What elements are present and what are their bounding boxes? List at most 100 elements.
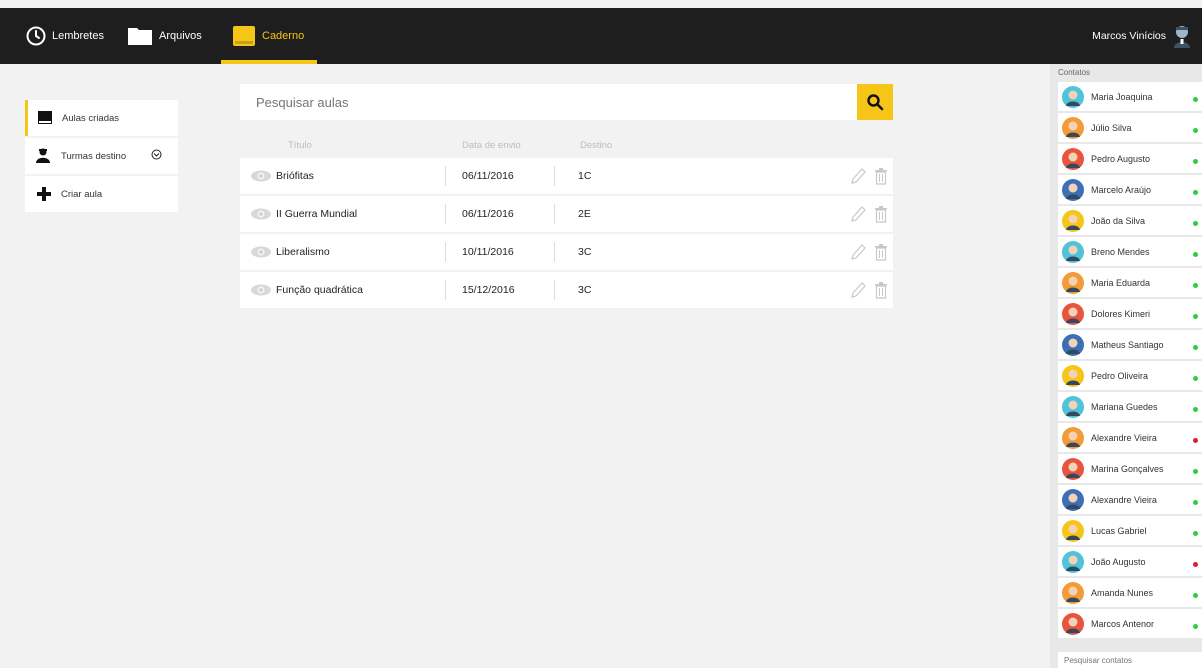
column-divider (554, 242, 555, 262)
status-dot (1193, 221, 1198, 226)
chevron-down-circle-icon[interactable] (151, 149, 162, 160)
lesson-date: 06/11/2016 (462, 208, 514, 220)
contact-name: Marcelo Araújo (1091, 184, 1152, 195)
column-divider (445, 280, 446, 300)
eye-icon[interactable] (250, 169, 272, 183)
table-row: Briófitas 06/11/2016 1C (240, 158, 893, 194)
contact-item[interactable]: Mariana Guedes (1058, 392, 1202, 421)
book-icon (36, 110, 54, 126)
pencil-icon[interactable] (850, 167, 866, 185)
folder-icon (128, 28, 152, 45)
contact-item[interactable]: Alexandre Vieira (1058, 485, 1202, 514)
lesson-title: Liberalismo (276, 246, 330, 258)
table-row: II Guerra Mundial 06/11/2016 2E (240, 196, 893, 232)
lesson-title: Função quadrática (276, 284, 363, 296)
contact-item[interactable]: João Augusto (1058, 547, 1202, 576)
plus-icon (35, 186, 53, 202)
pencil-icon[interactable] (850, 205, 866, 223)
sidebar-item-criar-aula[interactable]: Criar aula (25, 176, 178, 212)
contact-item[interactable]: Júlio Silva (1058, 113, 1202, 142)
contact-avatar-icon (1062, 550, 1084, 573)
contact-item[interactable]: Maria Eduarda (1058, 268, 1202, 297)
contacts-search-input[interactable] (1058, 652, 1202, 668)
nav-lembretes[interactable]: Lembretes (26, 8, 104, 64)
eye-icon[interactable] (250, 245, 272, 259)
contact-avatar-icon (1062, 364, 1084, 387)
contact-avatar-icon (1062, 457, 1084, 480)
notebook-icon (233, 26, 255, 46)
user-avatar-icon (1174, 26, 1190, 48)
status-dot (1193, 407, 1198, 412)
trash-icon[interactable] (874, 167, 888, 185)
contact-name: Amanda Nunes (1091, 587, 1154, 598)
search-icon (867, 94, 884, 111)
lessons-search (240, 84, 893, 120)
user-menu[interactable]: Marcos Vinícios (1092, 8, 1192, 64)
nav-caderno[interactable]: Caderno (232, 8, 304, 64)
contact-item[interactable]: Breno Mendes (1058, 237, 1202, 266)
lesson-destination: 3C (578, 284, 592, 296)
contact-name: Marcos Antenor (1091, 618, 1155, 629)
pencil-icon[interactable] (850, 243, 866, 261)
contact-item[interactable]: Pedro Oliveira (1058, 361, 1202, 390)
lesson-title: II Guerra Mundial (276, 208, 358, 220)
contact-item[interactable]: Pedro Augusto (1058, 144, 1202, 173)
status-dot (1193, 159, 1198, 164)
eye-icon[interactable] (250, 207, 272, 221)
trash-icon[interactable] (874, 205, 888, 223)
contact-name: Marina Gonçalves (1091, 463, 1164, 474)
column-divider (445, 204, 446, 224)
search-input[interactable] (240, 84, 857, 120)
column-divider (554, 280, 555, 300)
eye-icon[interactable] (250, 283, 272, 297)
nav-lembretes-label: Lembretes (52, 30, 104, 42)
sidebar-item-aulas-criadas[interactable]: Aulas criadas (25, 100, 178, 136)
lesson-destination: 2E (578, 208, 591, 220)
contact-name: Júlio Silva (1091, 122, 1132, 133)
trash-icon[interactable] (874, 281, 888, 299)
contact-avatar-icon (1062, 333, 1084, 356)
nav-caderno-label: Caderno (262, 30, 305, 42)
status-dot (1193, 624, 1198, 629)
contact-item[interactable]: Marina Gonçalves (1058, 454, 1202, 483)
contact-item[interactable]: Amanda Nunes (1058, 578, 1202, 607)
contact-name: Breno Mendes (1091, 246, 1150, 257)
sidebar-item-turmas-destino[interactable]: Turmas destino (25, 138, 178, 174)
users-icon (35, 148, 53, 164)
contact-avatar-icon (1062, 209, 1084, 232)
contact-item[interactable]: Alexandre Vieira (1058, 423, 1202, 452)
lesson-date: 06/11/2016 (462, 170, 514, 182)
status-dot (1193, 500, 1198, 505)
active-tab-indicator (221, 60, 317, 64)
contact-item[interactable]: Marcos Antenor (1058, 609, 1202, 638)
status-dot (1193, 128, 1198, 133)
column-header-date: Data de envio (462, 140, 521, 151)
contact-item[interactable]: Matheus Santiago (1058, 330, 1202, 359)
contact-avatar-icon (1062, 147, 1084, 170)
lesson-destination: 3C (578, 246, 592, 258)
status-dot (1193, 562, 1198, 567)
contact-avatar-icon (1062, 519, 1084, 542)
contact-item[interactable]: Marcelo Araújo (1058, 175, 1202, 204)
contact-avatar-icon (1062, 116, 1084, 139)
contact-avatar-icon (1062, 85, 1084, 108)
table-row: Liberalismo 10/11/2016 3C (240, 234, 893, 270)
contact-avatar-icon (1062, 581, 1084, 604)
pencil-icon[interactable] (850, 281, 866, 299)
contacts-header: Contatos (1058, 68, 1091, 77)
contact-name: Lucas Gabriel (1091, 525, 1147, 536)
sidebar-item-label: Turmas destino (61, 150, 127, 162)
contact-name: Maria Joaquina (1091, 91, 1153, 102)
sidebar-menu: Aulas criadas Turmas destino Criar aula (25, 100, 178, 214)
contact-item[interactable]: Dolores Kimeri (1058, 299, 1202, 328)
contact-avatar-icon (1062, 395, 1084, 418)
trash-icon[interactable] (874, 243, 888, 261)
column-header-destination: Destino (580, 140, 613, 151)
contact-name: João Augusto (1091, 556, 1146, 567)
contact-item[interactable]: João da Silva (1058, 206, 1202, 235)
nav-arquivos[interactable]: Arquivos (127, 8, 202, 64)
lesson-title: Briófitas (276, 170, 314, 182)
search-button[interactable] (857, 84, 893, 120)
contact-item[interactable]: Maria Joaquina (1058, 82, 1202, 111)
contact-item[interactable]: Lucas Gabriel (1058, 516, 1202, 545)
